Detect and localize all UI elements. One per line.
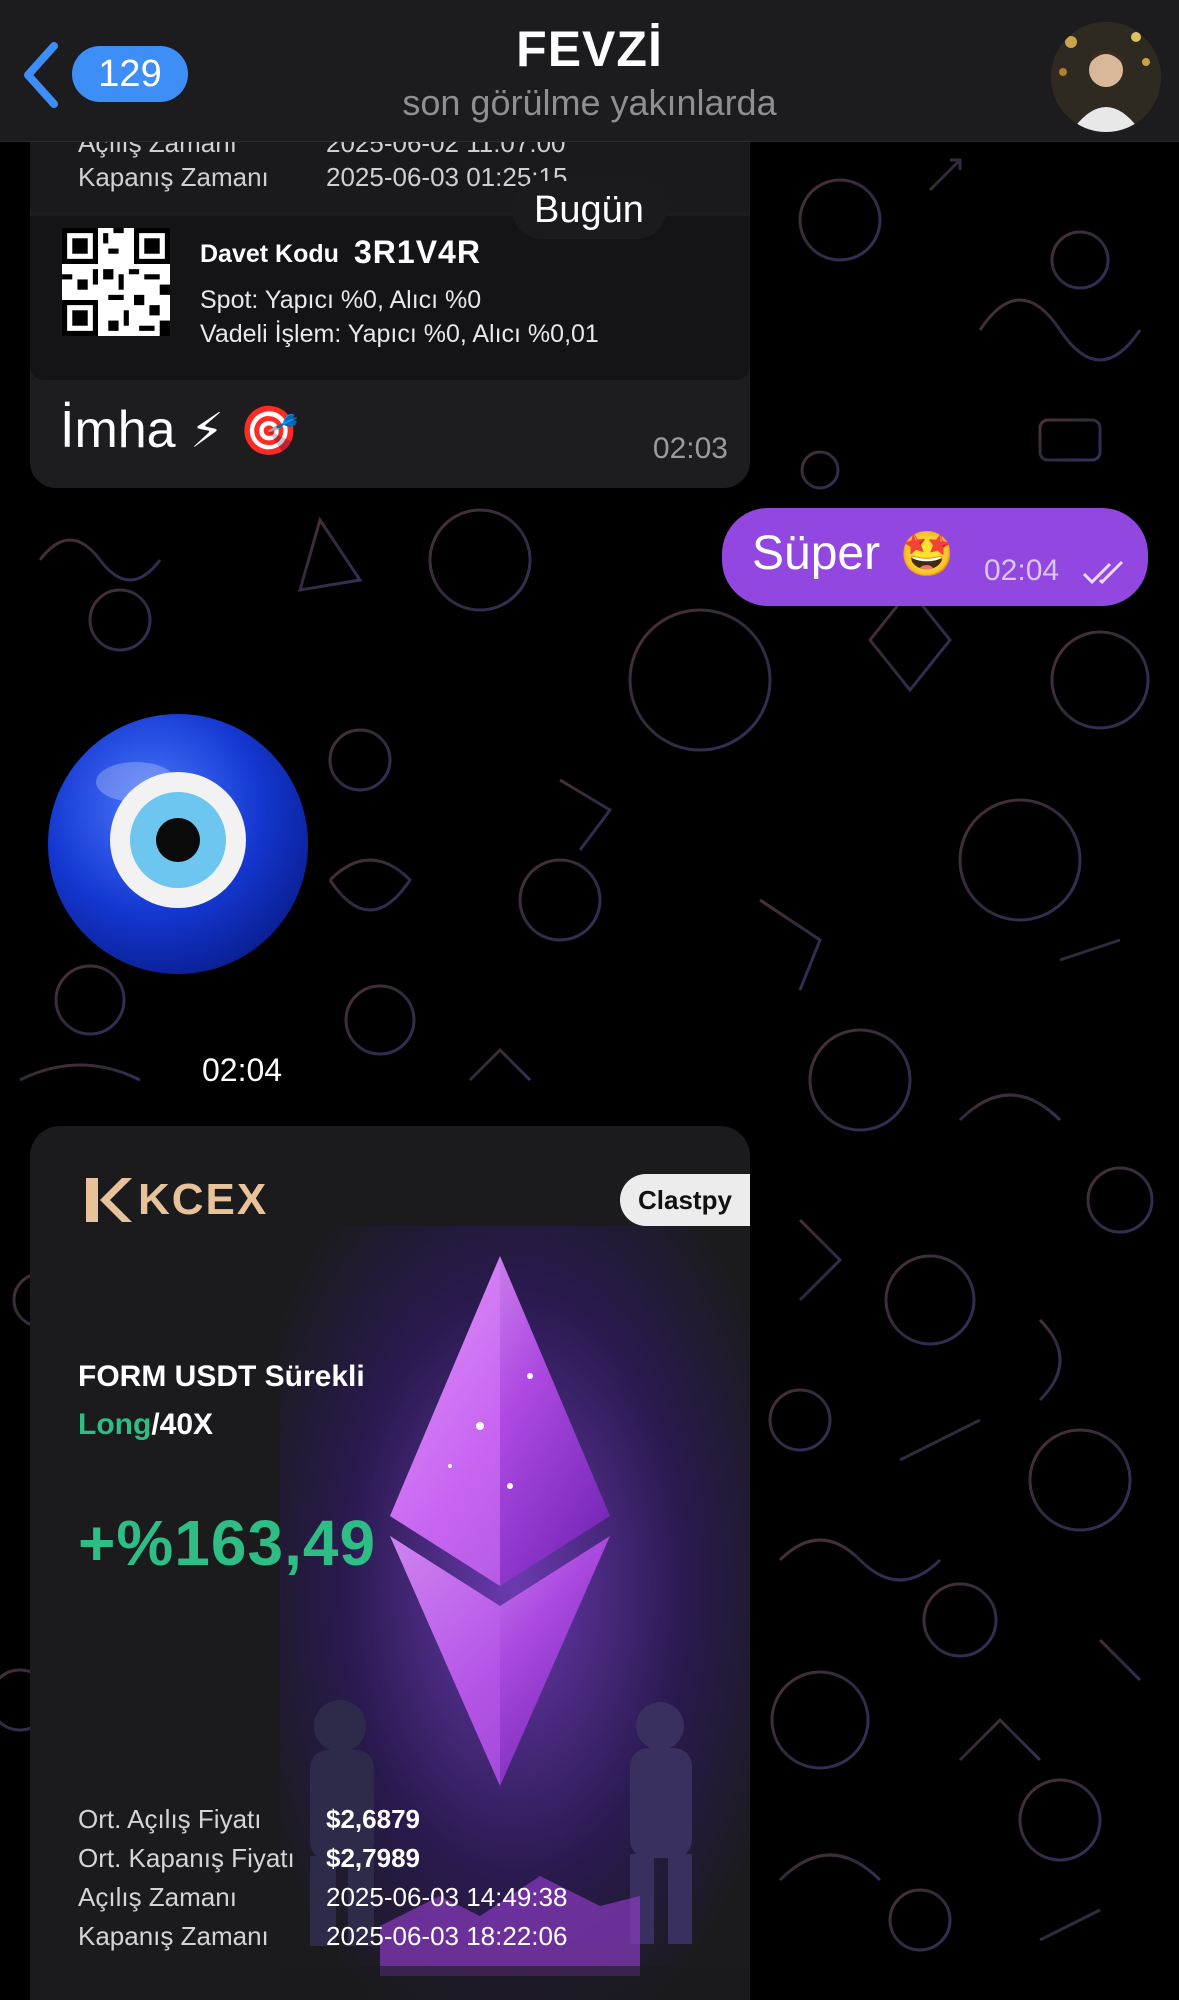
user-tag: Clastpy <box>620 1174 750 1226</box>
last-seen-status: son görülme yakınlarda <box>402 82 777 123</box>
message-time: 02:03 <box>652 432 728 465</box>
caption-text: İmha <box>60 401 176 459</box>
spot-fee-text: Spot: Yapıcı %0, Alıcı %0 <box>200 286 482 314</box>
evil-eye-sticker[interactable] <box>46 712 310 976</box>
invite-code: 3R1V4R <box>354 234 481 270</box>
avg-close-price-value: $2,7989 <box>326 1843 420 1873</box>
message-caption: İmha ⚡ 🎯 <box>60 400 299 460</box>
incoming-message-card[interactable]: Açılış Zamanı 2025-06-02 11:07:00 Kapanı… <box>30 100 750 488</box>
open-time-label: Açılış Zamanı <box>78 1882 237 1912</box>
avatar-image <box>1051 22 1161 132</box>
outgoing-emoji: 🤩 <box>899 529 955 580</box>
chat-header: 129 FEVZİ son görülme yakınlarda <box>0 0 1179 142</box>
avatar[interactable] <box>1051 22 1161 132</box>
close-time-value: 2025-06-03 18:22:06 <box>326 1921 568 1951</box>
avg-open-price-label: Ort. Açılış Fiyatı <box>78 1804 262 1834</box>
double-check-icon <box>1082 560 1124 585</box>
invite-code-label: Davet Kodu <box>200 240 339 268</box>
futures-fee-text: Vadeli İşlem: Yapıcı %0, Alıcı %0,01 <box>200 320 599 348</box>
trading-pair: FORM USDT Sürekli <box>78 1360 365 1393</box>
sticker-time: 02:04 <box>202 1052 283 1088</box>
open-time-value: 2025-06-03 14:49:38 <box>326 1882 568 1912</box>
pnl-percent: +%163,49 <box>78 1507 377 1579</box>
trade-result-card[interactable]: KCEX Clastpy FORM USDT Sürekli Long/40X … <box>30 1126 750 2000</box>
date-separator: Bugün <box>512 181 666 239</box>
kcex-logo: KCEX <box>82 1170 268 1230</box>
qr-code-icon <box>62 228 170 336</box>
outgoing-text: Süper <box>752 527 881 580</box>
outgoing-message[interactable]: Süper 🤩 02:04 <box>722 508 1148 606</box>
outgoing-text-wrap: Süper 🤩 <box>752 526 954 581</box>
avg-open-price-value: $2,6879 <box>326 1804 420 1834</box>
close-time-label: Kapanış Zamanı <box>78 1921 269 1951</box>
avg-close-price-label: Ort. Kapanış Fiyatı <box>78 1843 295 1873</box>
contact-name[interactable]: FEVZİ <box>0 20 1179 78</box>
outgoing-time: 02:04 <box>984 554 1060 587</box>
kcex-logo-icon <box>86 1178 132 1222</box>
close-time-label: Kapanış Zamanı <box>78 162 269 192</box>
kcex-wordmark: KCEX <box>138 1175 269 1224</box>
leverage: /40X <box>151 1408 214 1441</box>
position-side: Long/40X <box>78 1408 213 1442</box>
caption-emoji: ⚡ 🎯 <box>190 403 299 459</box>
side-long: Long <box>78 1408 152 1441</box>
